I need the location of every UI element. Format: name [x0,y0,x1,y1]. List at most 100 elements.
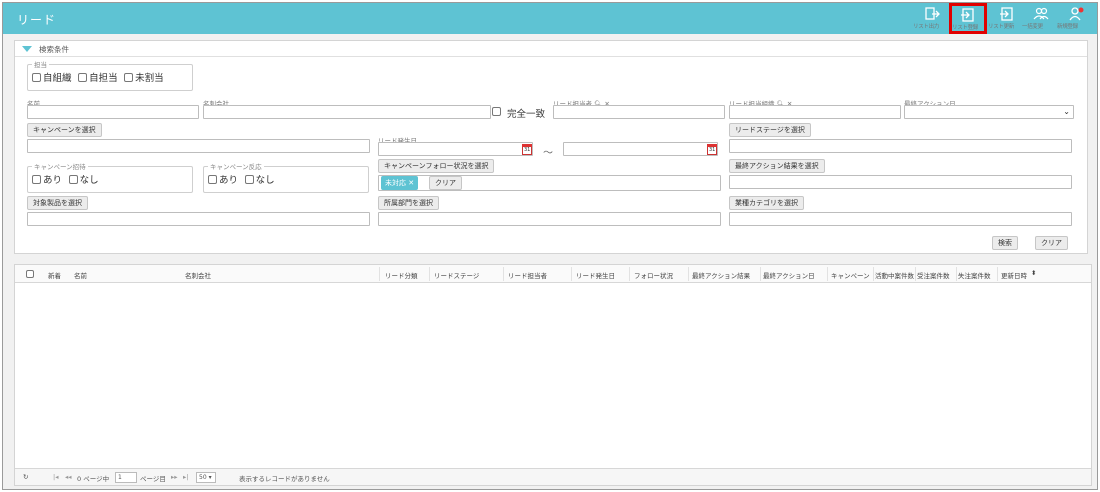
unassigned-checkbox[interactable] [124,73,134,82]
product-input[interactable] [27,212,370,226]
own-org-checkbox[interactable] [32,73,41,82]
chevron-down-icon: ⌄ [1063,107,1070,116]
last-page-icon[interactable]: ▸| [183,473,188,481]
select-campaign-button[interactable]: キャンペーンを選択 [27,123,102,137]
list-update-button[interactable]: リスト更新 [988,5,1026,32]
remove-tag-icon[interactable]: ✕ [408,179,414,187]
search-panel-title: 検索条件 [39,45,69,54]
bulk-change-button[interactable]: 一括変更 [1022,5,1060,32]
column-header[interactable]: リード分類 [385,270,418,280]
unassigned-label: 未割当 [135,73,164,84]
export-list-label: リスト出力 [913,24,940,30]
lead-date-to-input[interactable] [563,142,718,156]
pager: ↻ |◂ ◂◂ 0 ページ中 1 ページ目 ▸▸ ▸| 50 ▾ 表示するレコー… [15,468,1091,485]
select-lead-stage-button[interactable]: リードステージを選択 [729,123,811,137]
column-header[interactable]: キャンペーン [831,270,873,280]
column-header[interactable]: 名刺会社 [185,270,211,280]
column-header[interactable]: 活動中案件数 [875,270,915,280]
bulk-change-label: 一括変更 [1022,24,1043,30]
select-department-button[interactable]: 所属部門を選択 [378,196,439,210]
list-update-label: リスト更新 [988,24,1015,30]
prev-page-icon[interactable]: ◂◂ [65,473,72,481]
campaign-input[interactable] [27,139,370,153]
page-number-input[interactable]: 1 [115,472,137,483]
range-separator: 〜 [543,148,553,159]
column-header[interactable]: 更新日時 [1001,270,1027,280]
select-all-checkbox[interactable] [26,270,34,278]
invite-yes-checkbox[interactable] [32,175,41,184]
column-header[interactable]: リードステージ [434,270,479,280]
select-product-button[interactable]: 対象製品を選択 [27,196,88,210]
invite-yes-label: あり [43,175,63,186]
last-action-date-select[interactable]: ⌄ [904,105,1074,119]
list-register-label: リスト登録 [952,25,979,31]
owner-filter-legend: 担当 [34,61,47,69]
column-header[interactable]: リード発生日 [576,270,615,280]
department-input[interactable] [378,212,721,226]
column-header[interactable]: 名前 [74,270,87,280]
refresh-icon[interactable]: ↻ [23,473,28,481]
response-no-checkbox[interactable] [244,175,254,184]
page-total-label: 0 ページ中 [77,475,110,483]
own-owner-label: 自担当 [89,73,118,84]
column-header[interactable]: 新着 [48,270,61,280]
list-register-icon [961,8,974,22]
invite-no-checkbox[interactable] [68,175,78,184]
page-size-select[interactable]: 50 ▾ [196,472,216,483]
page-suffix-label: ページ目 [140,475,166,483]
results-grid: 新着 名前 名刺会社 リード分類 リードステージ リード担当者 リード発生日 フ… [14,264,1092,486]
app-header: リード リスト出力 リスト登録 リスト更新 一括変更 新規登録 [3,3,1097,34]
lead-org-input[interactable] [729,105,901,119]
campaign-response-group: キャンペーン反応 あり なし [203,161,369,193]
column-header[interactable]: 最終アクション日 [763,270,815,280]
new-register-button[interactable]: 新規登録 [1057,5,1095,32]
search-panel-header[interactable]: 検索条件 [15,41,1087,57]
clear-button[interactable]: クリア [1035,236,1068,250]
column-header[interactable]: リード担当者 [508,270,547,280]
response-no-label: なし [255,175,275,186]
company-input[interactable] [203,105,491,119]
list-register-button[interactable]: リスト登録 [949,3,987,34]
response-yes-checkbox[interactable] [208,175,217,184]
page-size-value: 50 [199,474,207,481]
sort-icon[interactable]: ⬍ [1031,269,1036,277]
campaign-invite-legend: キャンペーン招待 [34,163,86,171]
empty-message: 表示するレコードがありません [239,475,330,483]
own-owner-checkbox[interactable] [78,73,88,82]
select-industry-button[interactable]: 業種カテゴリを選択 [729,196,804,210]
column-header[interactable]: 失注案件数 [958,270,991,280]
campaign-response-legend: キャンペーン反応 [210,163,262,171]
calendar-icon[interactable]: 31 [522,144,532,155]
exact-match-label: 完全一致 [507,109,546,120]
search-panel: 検索条件 担当 自組織 自担当 未割当 名前 名刺会社 完全一致 リード担当者 … [14,40,1088,254]
lead-stage-input[interactable] [729,139,1072,153]
bulk-change-icon [1033,7,1049,20]
column-header[interactable]: 最終アクション結果 [692,270,750,280]
new-register-label: 新規登録 [1057,24,1078,30]
select-last-action-result-button[interactable]: 最終アクション結果を選択 [729,159,825,173]
chevron-down-icon: ▾ [208,474,212,481]
page-title: リード [17,13,57,27]
export-list-button[interactable]: リスト出力 [913,5,951,32]
collapse-triangle-icon[interactable] [22,46,32,52]
new-register-icon [1069,7,1084,21]
grid-header: 新着 名前 名刺会社 リード分類 リードステージ リード担当者 リード発生日 フ… [15,265,1091,283]
select-follow-status-button[interactable]: キャンペーンフォロー状況を選択 [378,159,495,173]
follow-status-tag[interactable]: 未対応 ✕ [381,176,419,190]
column-header[interactable]: 受注案件数 [917,270,950,280]
follow-clear-button[interactable]: クリア [429,176,462,190]
calendar-icon[interactable]: 31 [707,144,717,155]
export-icon [925,7,940,20]
first-page-icon[interactable]: |◂ [53,473,58,481]
name-input[interactable] [27,105,199,119]
industry-input[interactable] [729,212,1072,226]
lead-owner-input[interactable] [553,105,725,119]
lead-date-from-input[interactable] [378,142,533,156]
response-yes-label: あり [219,175,239,186]
last-action-result-input[interactable] [729,175,1072,189]
search-button[interactable]: 検索 [992,236,1018,250]
exact-match-checkbox[interactable] [492,107,501,116]
next-page-icon[interactable]: ▸▸ [171,473,178,481]
own-org-label: 自組織 [43,73,72,84]
column-header[interactable]: フォロー状況 [634,270,673,280]
